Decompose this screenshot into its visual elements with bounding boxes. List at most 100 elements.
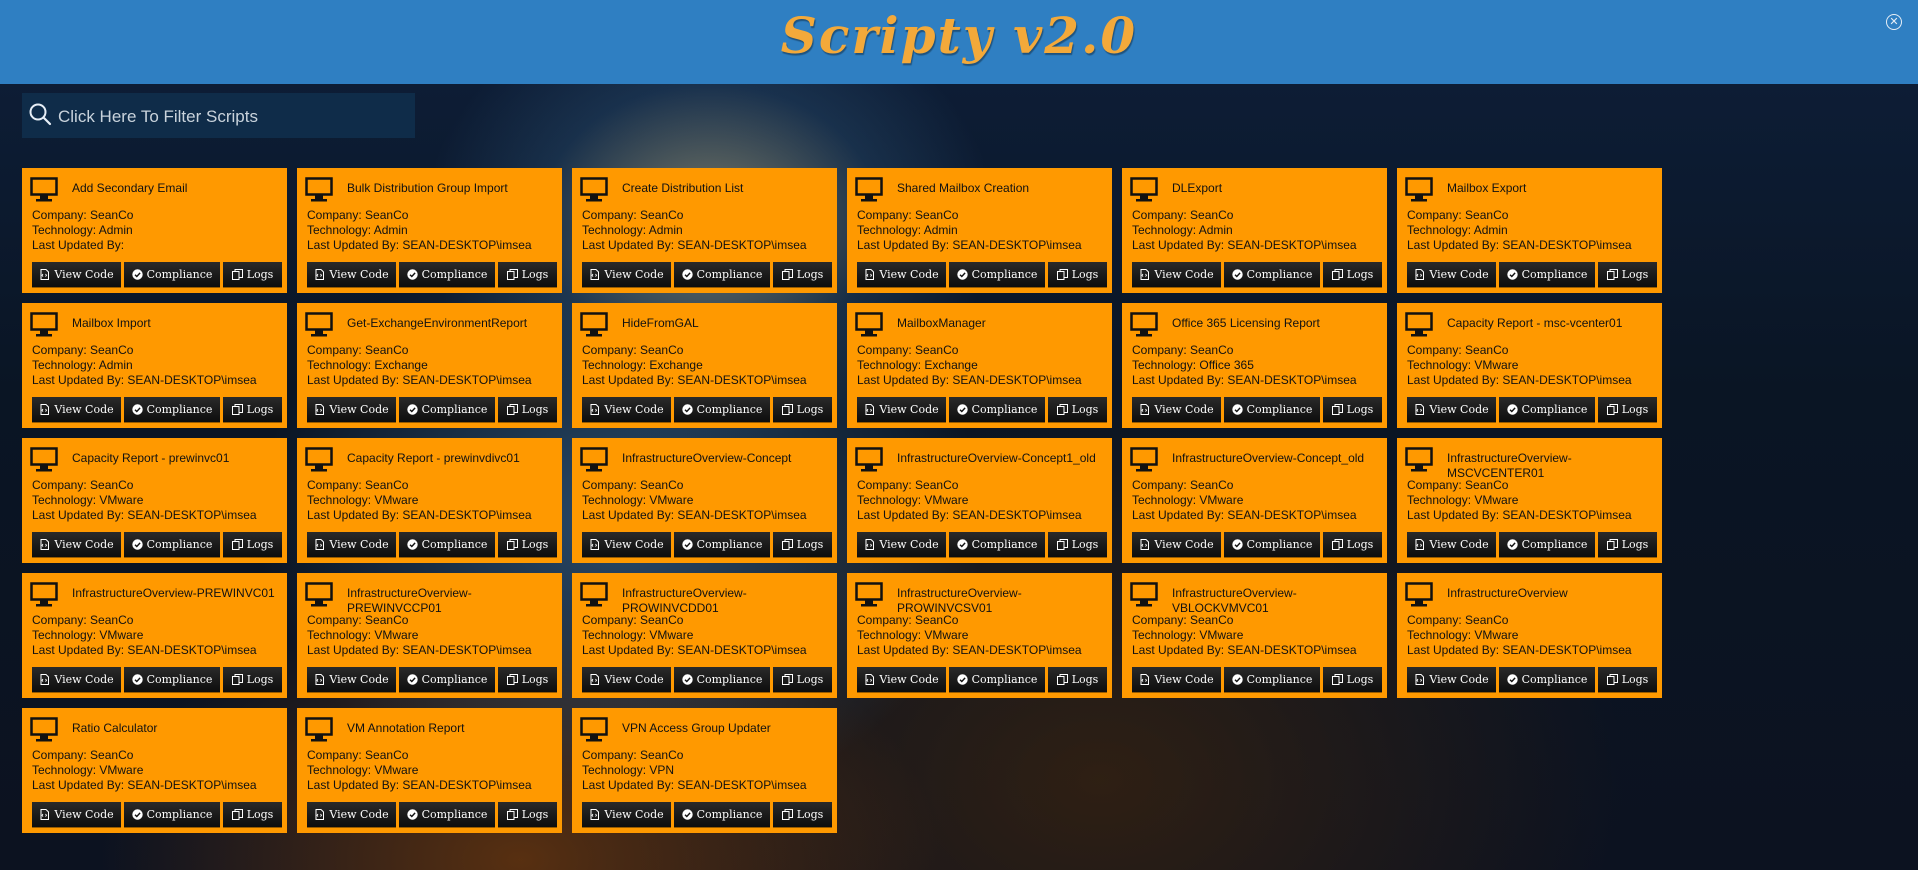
compliance-button[interactable]: Compliance bbox=[674, 262, 770, 287]
compliance-button[interactable]: Compliance bbox=[124, 397, 220, 422]
compliance-button[interactable]: Compliance bbox=[124, 802, 220, 827]
view-code-button[interactable]: View Code bbox=[857, 397, 946, 422]
compliance-button[interactable]: Compliance bbox=[1499, 262, 1595, 287]
view-code-button[interactable]: View Code bbox=[1407, 532, 1496, 557]
logs-button[interactable]: Logs bbox=[498, 532, 557, 557]
view-code-button[interactable]: View Code bbox=[582, 397, 671, 422]
logs-button[interactable]: Logs bbox=[223, 397, 282, 422]
compliance-button[interactable]: Compliance bbox=[674, 802, 770, 827]
view-code-button[interactable]: View Code bbox=[307, 802, 396, 827]
compliance-button[interactable]: Compliance bbox=[674, 667, 770, 692]
logs-button[interactable]: Logs bbox=[1048, 262, 1107, 287]
compliance-button[interactable]: Compliance bbox=[949, 532, 1045, 557]
logs-button[interactable]: Logs bbox=[1598, 532, 1657, 557]
logs-button[interactable]: Logs bbox=[1323, 262, 1382, 287]
view-code-button[interactable]: View Code bbox=[857, 532, 946, 557]
compliance-button[interactable]: Compliance bbox=[124, 262, 220, 287]
logs-button[interactable]: Logs bbox=[223, 262, 282, 287]
logs-button[interactable]: Logs bbox=[223, 802, 282, 827]
view-code-button[interactable]: View Code bbox=[1132, 667, 1221, 692]
logs-button[interactable]: Logs bbox=[498, 262, 557, 287]
logs-label: Logs bbox=[1621, 268, 1649, 281]
compliance-button[interactable]: Compliance bbox=[1224, 397, 1320, 422]
view-code-button[interactable]: View Code bbox=[1407, 397, 1496, 422]
compliance-button[interactable]: Compliance bbox=[399, 397, 495, 422]
compliance-button[interactable]: Compliance bbox=[1499, 397, 1595, 422]
technology-value: VMware bbox=[374, 628, 419, 642]
view-code-button[interactable]: View Code bbox=[1132, 262, 1221, 287]
view-code-button[interactable]: View Code bbox=[1132, 397, 1221, 422]
view-code-button[interactable]: View Code bbox=[1407, 667, 1496, 692]
compliance-button[interactable]: Compliance bbox=[1224, 667, 1320, 692]
updated-value: SEAN-DESKTOP\imsea bbox=[677, 643, 807, 657]
compliance-button[interactable]: Compliance bbox=[1499, 667, 1595, 692]
card-actions: View Code Compliance Logs bbox=[1407, 262, 1657, 287]
view-code-button[interactable]: View Code bbox=[857, 667, 946, 692]
view-code-button[interactable]: View Code bbox=[1407, 262, 1496, 287]
compliance-label: Compliance bbox=[1246, 673, 1313, 686]
view-code-button[interactable]: View Code bbox=[32, 397, 121, 422]
logs-button[interactable]: Logs bbox=[498, 667, 557, 692]
logs-button[interactable]: Logs bbox=[1323, 532, 1382, 557]
logs-button[interactable]: Logs bbox=[773, 262, 832, 287]
logs-button[interactable]: Logs bbox=[1048, 397, 1107, 422]
script-filter[interactable] bbox=[22, 93, 415, 140]
card-actions: View Code Compliance Logs bbox=[32, 397, 282, 422]
script-card: Bulk Distribution Group Import Company: … bbox=[297, 168, 562, 293]
compliance-button[interactable]: Compliance bbox=[949, 397, 1045, 422]
monitor-icon bbox=[580, 717, 608, 742]
logs-button[interactable]: Logs bbox=[1323, 397, 1382, 422]
logs-button[interactable]: Logs bbox=[773, 802, 832, 827]
logs-button[interactable]: Logs bbox=[773, 667, 832, 692]
logs-button[interactable]: Logs bbox=[498, 802, 557, 827]
view-code-button[interactable]: View Code bbox=[857, 262, 946, 287]
compliance-button[interactable]: Compliance bbox=[1224, 532, 1320, 557]
view-code-button[interactable]: View Code bbox=[582, 667, 671, 692]
logs-button[interactable]: Logs bbox=[1598, 667, 1657, 692]
close-icon[interactable]: ✕ bbox=[1886, 14, 1902, 30]
compliance-button[interactable]: Compliance bbox=[674, 397, 770, 422]
logs-button[interactable]: Logs bbox=[1048, 532, 1107, 557]
view-code-button[interactable]: View Code bbox=[307, 667, 396, 692]
view-code-button[interactable]: View Code bbox=[32, 532, 121, 557]
file-code-icon bbox=[590, 269, 600, 280]
company-value: SeanCo bbox=[640, 208, 684, 222]
script-name: Shared Mailbox Creation bbox=[897, 181, 1030, 195]
compliance-button[interactable]: Compliance bbox=[1499, 532, 1595, 557]
compliance-button[interactable]: Compliance bbox=[949, 262, 1045, 287]
logs-button[interactable]: Logs bbox=[498, 397, 557, 422]
monitor-icon bbox=[30, 312, 58, 337]
compliance-button[interactable]: Compliance bbox=[949, 667, 1045, 692]
compliance-button[interactable]: Compliance bbox=[399, 802, 495, 827]
view-code-button[interactable]: View Code bbox=[307, 397, 396, 422]
view-code-button[interactable]: View Code bbox=[307, 262, 396, 287]
view-code-button[interactable]: View Code bbox=[1132, 532, 1221, 557]
compliance-button[interactable]: Compliance bbox=[674, 532, 770, 557]
logs-button[interactable]: Logs bbox=[1048, 667, 1107, 692]
view-code-button[interactable]: View Code bbox=[307, 532, 396, 557]
view-code-button[interactable]: View Code bbox=[32, 262, 121, 287]
logs-button[interactable]: Logs bbox=[1598, 262, 1657, 287]
logs-button[interactable]: Logs bbox=[773, 532, 832, 557]
view-code-button[interactable]: View Code bbox=[32, 667, 121, 692]
compliance-button[interactable]: Compliance bbox=[1224, 262, 1320, 287]
logs-button[interactable]: Logs bbox=[223, 667, 282, 692]
logs-button[interactable]: Logs bbox=[223, 532, 282, 557]
view-code-button[interactable]: View Code bbox=[582, 802, 671, 827]
compliance-button[interactable]: Compliance bbox=[399, 532, 495, 557]
view-code-button[interactable]: View Code bbox=[582, 532, 671, 557]
compliance-button[interactable]: Compliance bbox=[124, 532, 220, 557]
logs-button[interactable]: Logs bbox=[773, 397, 832, 422]
technology-label: Technology: bbox=[857, 493, 922, 507]
technology-line: Technology: VMware bbox=[32, 763, 257, 778]
view-code-button[interactable]: View Code bbox=[32, 802, 121, 827]
script-card: Capacity Report - prewinvdivc01 Company:… bbox=[297, 438, 562, 563]
view-code-button[interactable]: View Code bbox=[582, 262, 671, 287]
logs-button[interactable]: Logs bbox=[1598, 397, 1657, 422]
compliance-button[interactable]: Compliance bbox=[399, 262, 495, 287]
logs-button[interactable]: Logs bbox=[1323, 667, 1382, 692]
view-code-label: View Code bbox=[329, 673, 389, 686]
compliance-button[interactable]: Compliance bbox=[399, 667, 495, 692]
compliance-button[interactable]: Compliance bbox=[124, 667, 220, 692]
filter-input[interactable] bbox=[56, 93, 410, 140]
